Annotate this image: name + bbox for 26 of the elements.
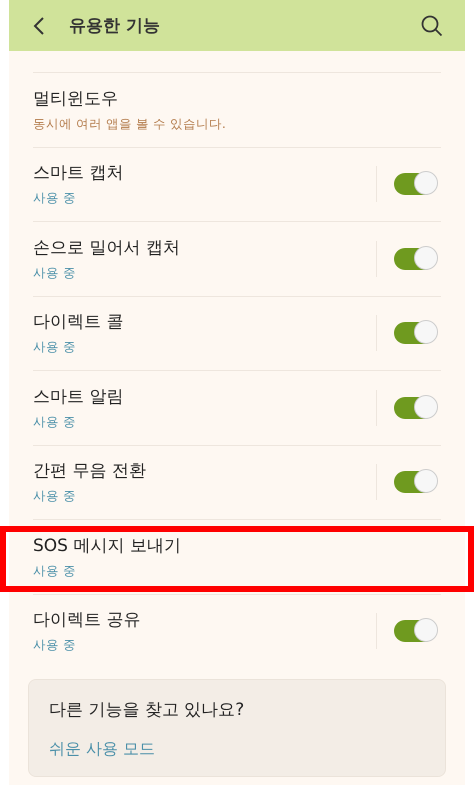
- toggle-switch[interactable]: [394, 471, 436, 494]
- toggle-switch[interactable]: [394, 396, 436, 419]
- setting-title[interactable]: 다이렉트 콜: [33, 310, 376, 334]
- setting-title[interactable]: 멀티윈도우: [33, 86, 441, 110]
- card-question: 다른 기능을 찾고 있나요?: [49, 699, 244, 721]
- setting-title[interactable]: 스마트 캡처: [33, 161, 376, 184]
- setting-description: 동시에 여러 앱을 볼 수 있습니다.: [33, 116, 227, 133]
- setting-status: 사용 중: [33, 562, 77, 580]
- toggle-switch[interactable]: [394, 248, 436, 270]
- setting-status: 사용 중: [33, 414, 77, 431]
- toggle-switch[interactable]: [394, 620, 436, 642]
- setting-status: 사용 중: [33, 637, 77, 654]
- toggle-switch[interactable]: [394, 173, 436, 196]
- setting-status: 사용 중: [33, 488, 77, 506]
- setting-status: 사용 중: [33, 264, 77, 282]
- search-icon[interactable]: [421, 14, 443, 36]
- setting-title[interactable]: 스마트 알림: [33, 384, 376, 408]
- setting-title[interactable]: 간편 무음 전환: [33, 459, 376, 482]
- toggle-switch[interactable]: [394, 322, 436, 344]
- screen-title: 유용한 기능: [69, 15, 161, 37]
- setting-status: 사용 중: [33, 190, 77, 208]
- back-icon[interactable]: [33, 16, 45, 36]
- setting-status: 사용 중: [33, 339, 77, 356]
- setting-title[interactable]: 손으로 밀어서 캡처: [33, 236, 376, 259]
- setting-title[interactable]: SOS 메시지 보내기: [33, 534, 441, 557]
- setting-title[interactable]: 다이렉트 공유: [33, 608, 376, 632]
